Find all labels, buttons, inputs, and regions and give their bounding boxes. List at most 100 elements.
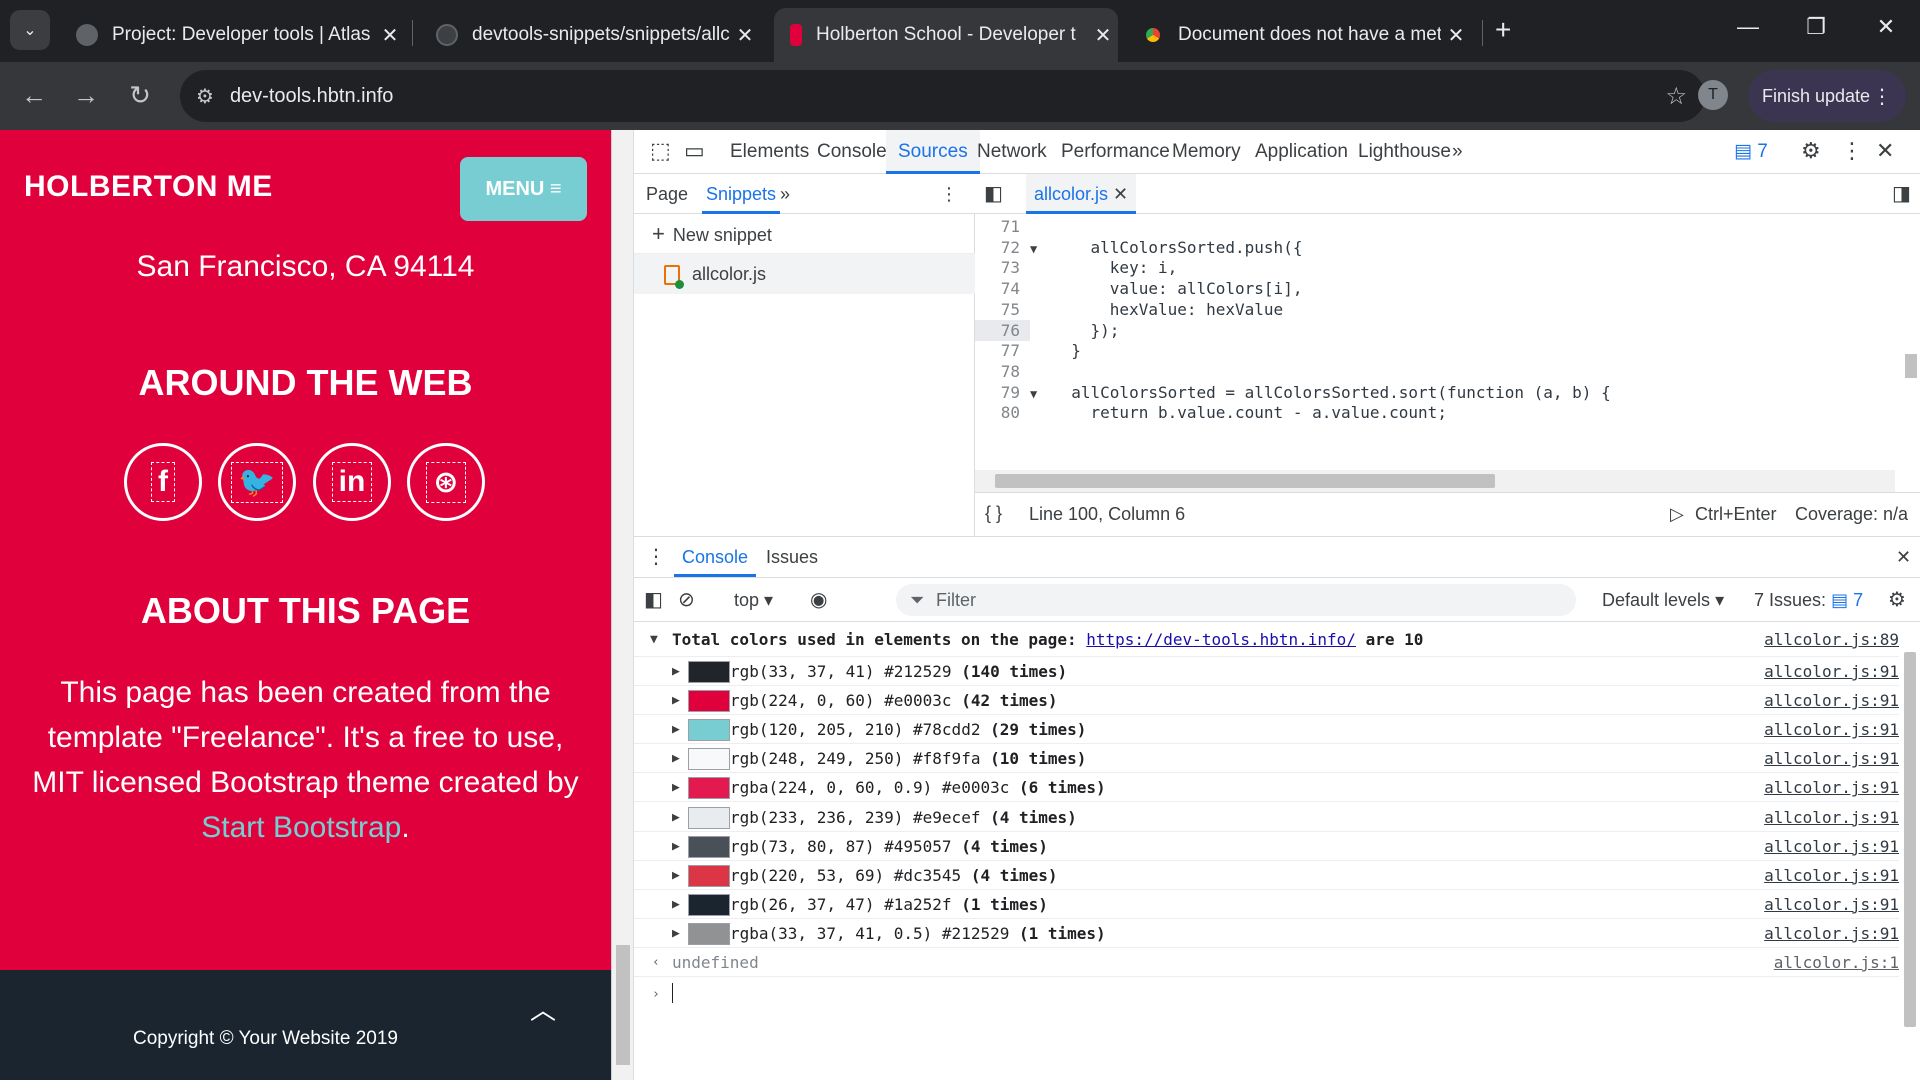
browser-tab[interactable]: devtools-snippets/snippets/allc ✕	[420, 8, 760, 62]
console-filter-input[interactable]: ⏷ Filter	[896, 584, 1576, 616]
code-editor[interactable]: 71 72 ▼ allColorsSorted.push({73 key: i, 74…	[975, 214, 1920, 470]
log-levels-dropdown[interactable]: Default levels ▾	[1602, 580, 1724, 620]
scrollbar-thumb[interactable]	[1905, 354, 1917, 378]
code-line[interactable]: 77 }	[975, 340, 1895, 361]
console-color-entry[interactable]: ▶ rgba(33, 37, 41, 0.5) #212529 (1 times)…	[634, 919, 1899, 948]
start-bootstrap-link[interactable]: Start Bootstrap	[201, 811, 401, 844]
tab-snippets[interactable]: Snippets	[702, 174, 781, 214]
expand-triangle-icon[interactable]: ▼	[650, 622, 658, 657]
forward-button[interactable]: →	[68, 80, 104, 111]
code-line[interactable]: 72 ▼ allColorsSorted.push({	[975, 237, 1895, 258]
log-source-link[interactable]: allcolor.js:91	[1764, 744, 1899, 773]
code-line[interactable]: 80 return b.value.count - a.value.count;	[975, 402, 1895, 423]
scrollbar-thumb[interactable]	[1904, 652, 1916, 1027]
bookmark-star-icon[interactable]: ☆	[1665, 82, 1687, 111]
menu-button[interactable]: MENU ≡	[460, 157, 587, 221]
console-prompt[interactable]: ›	[634, 977, 1899, 1012]
site-info-icon[interactable]: ⚙	[196, 84, 214, 109]
log-source-link[interactable]: allcolor.js:91	[1764, 715, 1899, 744]
close-drawer-icon[interactable]: ✕	[1896, 537, 1911, 577]
code-line[interactable]: 79 ▼ allColorsSorted = allColorsSorted.so…	[975, 382, 1895, 403]
finish-update-button[interactable]: Finish update ⋮	[1748, 70, 1906, 122]
inspect-icon[interactable]: ⬚	[650, 138, 671, 164]
console-color-entry[interactable]: ▶ rgba(224, 0, 60, 0.9) #e0003c (6 times)…	[634, 773, 1899, 803]
dribbble-link[interactable]: ⊛	[407, 443, 485, 521]
editor-horizontal-scrollbar[interactable]	[975, 470, 1895, 492]
reload-button[interactable]: ↻	[122, 80, 158, 111]
restore-button[interactable]: ❐	[1796, 14, 1836, 40]
console-settings-icon[interactable]: ⚙	[1888, 580, 1906, 620]
editor-tab[interactable]: allcolor.js ✕	[1026, 174, 1137, 214]
code-line[interactable]: 76 });	[975, 319, 1895, 341]
console-color-entry[interactable]: ▶ rgb(73, 80, 87) #495057 (4 times) allcol…	[634, 832, 1899, 861]
log-source-link[interactable]: allcolor.js:91	[1764, 773, 1899, 802]
close-icon[interactable]: ✕	[1441, 23, 1471, 48]
console-color-entry[interactable]: ▶ rgb(26, 37, 47) #1a252f (1 times) allcol…	[634, 890, 1899, 919]
expand-triangle-icon[interactable]: ▶	[672, 773, 680, 802]
address-bar[interactable]: ⚙ dev-tools.hbtn.info ☆	[180, 70, 1705, 122]
log-source-link[interactable]: allcolor.js:1	[1774, 948, 1899, 977]
console-sidebar-icon[interactable]: ◧	[644, 580, 663, 620]
close-icon[interactable]: ✕	[1088, 23, 1118, 48]
close-icon[interactable]: ✕	[375, 23, 405, 48]
new-tab-button[interactable]: +	[1495, 14, 1511, 46]
facebook-link[interactable]: f	[124, 443, 202, 521]
more-vert-icon[interactable]: ⋮	[1841, 138, 1863, 164]
console-color-entry[interactable]: ▶ rgb(224, 0, 60) #e0003c (42 times) allco…	[634, 686, 1899, 716]
tab-page[interactable]: Page	[646, 174, 688, 214]
tab-elements[interactable]: Elements	[730, 130, 809, 174]
close-devtools-icon[interactable]: ✕	[1876, 138, 1894, 164]
run-snippet-icon[interactable]: ▷	[1670, 504, 1684, 525]
code-line[interactable]: 75 hexValue: hexValue	[975, 299, 1895, 320]
console-log-group-header[interactable]: ▼ Total colors used in elements on the p…	[634, 622, 1899, 657]
log-source-link[interactable]: allcolor.js:91	[1764, 686, 1899, 715]
line-number[interactable]: 71	[975, 216, 1030, 237]
scrollbar-thumb[interactable]	[995, 474, 1495, 488]
toggle-navigator-icon[interactable]: ◧	[984, 174, 1003, 214]
expand-triangle-icon[interactable]: ▶	[672, 803, 680, 832]
log-url-link[interactable]: https://dev-tools.hbtn.info/	[1086, 630, 1356, 649]
more-vert-icon[interactable]: ⋮	[646, 537, 666, 577]
console-color-entry[interactable]: ▶ rgb(33, 37, 41) #212529 (140 times) allc…	[634, 657, 1899, 686]
live-expression-eye-icon[interactable]: ◉	[810, 580, 827, 620]
console-color-entry[interactable]: ▶ rgb(220, 53, 69) #dc3545 (4 times) allco…	[634, 861, 1899, 890]
profile-avatar[interactable]: T	[1698, 80, 1728, 110]
issues-badge[interactable]: ▤ 7	[1734, 130, 1768, 174]
more-vert-icon[interactable]: ⋮	[940, 174, 958, 214]
expand-triangle-icon[interactable]: ▶	[672, 744, 680, 773]
console-color-entry[interactable]: ▶ rgb(233, 236, 239) #e9ecef (4 times) all…	[634, 803, 1899, 832]
back-button[interactable]: ←	[16, 80, 52, 111]
page-scrollbar[interactable]	[612, 130, 634, 1080]
new-snippet-button[interactable]: + New snippet	[634, 214, 975, 254]
tab-lighthouse[interactable]: Lighthouse	[1358, 130, 1451, 174]
expand-triangle-icon[interactable]: ▶	[672, 919, 680, 948]
line-number[interactable]: 78	[975, 361, 1030, 382]
tab-performance[interactable]: Performance	[1061, 130, 1170, 174]
scroll-to-top-button[interactable]: ︿	[530, 990, 556, 1027]
page-scrollbar-thumb[interactable]	[616, 945, 630, 1065]
expand-triangle-icon[interactable]: ▶	[672, 657, 680, 686]
line-number[interactable]: 73	[975, 257, 1030, 278]
browser-tab[interactable]: Project: Developer tools | Atlas ✕	[60, 8, 405, 62]
expand-triangle-icon[interactable]: ▶	[672, 832, 680, 861]
code-line[interactable]: 73 key: i,	[975, 257, 1895, 278]
log-source-link[interactable]: allcolor.js:91	[1764, 803, 1899, 832]
expand-triangle-icon[interactable]: ▶	[672, 890, 680, 919]
more-tabs-icon[interactable]: »	[1452, 130, 1463, 174]
log-source-link[interactable]: allcolor.js:91	[1764, 890, 1899, 919]
code-line[interactable]: 74 value: allColors[i],	[975, 278, 1895, 299]
clear-console-icon[interactable]: ⊘	[678, 580, 695, 620]
tab-sources[interactable]: Sources	[886, 130, 980, 174]
line-number[interactable]: 74	[975, 278, 1030, 299]
line-number[interactable]: 76	[975, 319, 1030, 341]
tab-search-button[interactable]: ⌄	[10, 10, 50, 50]
tab-memory[interactable]: Memory	[1172, 130, 1241, 174]
twitter-link[interactable]: 🐦	[218, 443, 296, 521]
log-source-link[interactable]: allcolor.js:91	[1764, 832, 1899, 861]
snippet-file-item[interactable]: allcolor.js	[634, 254, 975, 294]
device-toolbar-icon[interactable]: ▭	[684, 138, 705, 164]
browser-tab-active[interactable]: Holberton School - Developer t ✕	[774, 8, 1118, 62]
drawer-tab-console[interactable]: Console	[674, 537, 757, 577]
editor-vertical-scrollbar[interactable]	[1899, 214, 1920, 470]
context-selector[interactable]: top ▾	[734, 580, 773, 620]
